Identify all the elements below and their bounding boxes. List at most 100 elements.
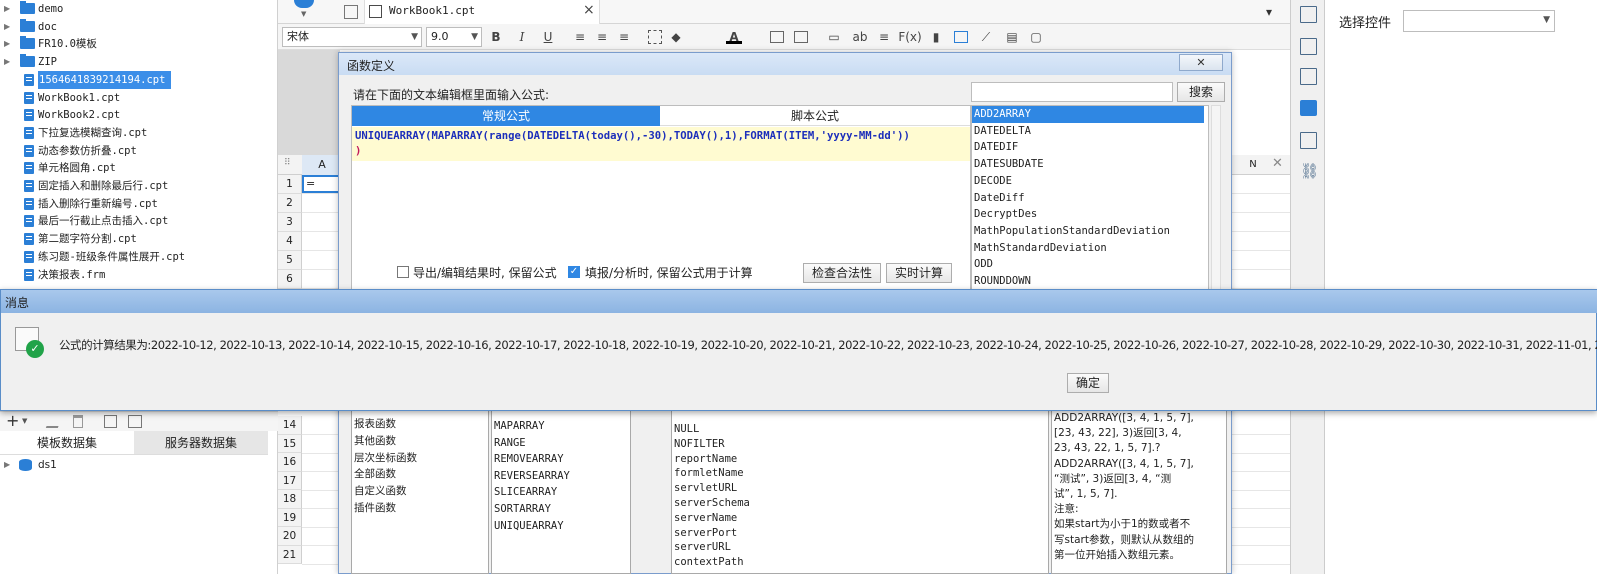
function-list-item[interactable]: ROUNDDOWN — [974, 273, 1206, 290]
widget-icon[interactable] — [1300, 100, 1317, 116]
formula-fx-icon[interactable]: F(x) — [898, 29, 922, 45]
tree-file-item[interactable]: 决策报表.frm — [0, 266, 268, 284]
function-list-item[interactable]: MathStandardDeviation — [974, 240, 1206, 257]
function-list-item[interactable]: DecryptDes — [974, 206, 1206, 223]
tab-workbook1[interactable]: WorkBook1.cpt × — [364, 0, 600, 24]
function-list-item[interactable]: DATEDELTA — [974, 123, 1206, 140]
checkbox-fill[interactable]: ✓ — [568, 266, 580, 278]
array-function-item[interactable]: SORTARRAY — [494, 501, 551, 518]
category-item[interactable]: 报表函数 — [354, 416, 396, 433]
category-item[interactable]: 层次坐标函数 — [354, 450, 417, 467]
close-tab-icon[interactable]: × — [583, 2, 595, 18]
array-function-item[interactable]: SLICEARRAY — [494, 484, 557, 501]
cell-attr-icon[interactable] — [1300, 6, 1317, 23]
array-function-item[interactable]: UNIQUEARRAY — [494, 518, 564, 535]
function-list-scrollbar[interactable] — [1211, 105, 1221, 301]
row-header[interactable]: 4 — [278, 232, 302, 251]
tree-folder-item[interactable]: ▶ doc — [0, 18, 268, 36]
function-list-item[interactable]: DATEDIF — [974, 139, 1206, 156]
ok-button[interactable]: 确定 — [1067, 373, 1109, 393]
function-list-item[interactable]: MathPopulationStandardDeviation — [974, 223, 1206, 240]
merge-cells-icon[interactable] — [770, 31, 784, 43]
tree-file-item[interactable]: 动态参数仿折叠.cpt — [0, 142, 268, 160]
widget-settings-icon[interactable] — [1300, 38, 1317, 55]
select-widget-dropdown[interactable]: ▼ — [1403, 10, 1555, 32]
tree-file-item[interactable]: 固定插入和删除最后行.cpt — [0, 177, 268, 195]
slash-icon[interactable]: ⟋ — [978, 29, 994, 45]
column-n-header[interactable]: N — [1238, 155, 1268, 175]
function-list-item[interactable]: ODD — [974, 256, 1206, 273]
row-header[interactable]: 14 — [278, 416, 302, 435]
select-all-icon[interactable]: ⠿ — [284, 158, 291, 168]
search-dataset-icon[interactable] — [128, 415, 142, 428]
fill-color-icon[interactable]: ◆ — [668, 29, 684, 45]
bold-button[interactable]: B — [488, 29, 504, 45]
add-dataset-button[interactable]: + — [6, 412, 19, 430]
row-header[interactable]: 21 — [278, 545, 302, 564]
category-item[interactable]: 自定义函数 — [354, 483, 407, 500]
tab-script-formula[interactable]: 脚本公式 — [660, 106, 970, 126]
designer-menu-icon[interactable] — [294, 0, 314, 8]
expand-arrow-icon[interactable]: ▶ — [4, 35, 10, 53]
tab-template-dataset[interactable]: 模板数据集 — [0, 431, 134, 455]
link-icon[interactable]: ⛓ — [1300, 162, 1319, 180]
tree-file-item[interactable]: 第二题字符分割.cpt — [0, 230, 268, 248]
tree-folder-item[interactable]: ▶ FR10.0模板 — [0, 35, 268, 53]
layout-icon[interactable] — [1300, 68, 1317, 85]
condition-icon[interactable] — [1300, 132, 1317, 149]
insert-ab-icon[interactable]: ab — [850, 29, 870, 45]
variable-item[interactable]: contextPath — [674, 554, 744, 571]
function-list-item[interactable]: DATESUBDATE — [974, 156, 1206, 173]
tree-file-item[interactable]: WorkBook1.cpt — [0, 89, 268, 107]
expand-arrow-icon[interactable]: ▶ — [4, 456, 10, 474]
richtext-icon[interactable]: ≡ — [876, 29, 892, 45]
array-function-item[interactable]: RANGE — [494, 435, 526, 452]
category-item[interactable]: 插件函数 — [354, 500, 396, 517]
tree-file-item[interactable]: 练习题-班级条件属性展开.cpt — [0, 248, 268, 266]
tab-server-dataset[interactable]: 服务器数据集 — [134, 431, 268, 455]
preview-icon[interactable] — [104, 415, 117, 428]
row-header[interactable]: 19 — [278, 508, 302, 527]
expand-arrow-icon[interactable]: ▶ — [4, 53, 10, 71]
chevron-down-icon[interactable]: ▼ — [22, 417, 27, 425]
realtime-calc-button[interactable]: 实时计算 — [886, 263, 952, 283]
grid-icon[interactable] — [344, 5, 358, 19]
row-header[interactable]: 1 — [278, 175, 302, 194]
row-header[interactable]: 15 — [278, 434, 302, 453]
tree-folder-item[interactable]: ▶ demo — [0, 0, 268, 18]
chart-icon[interactable]: ▮ — [928, 29, 944, 45]
insert-text-icon[interactable]: ▭ — [826, 29, 842, 45]
row-header[interactable]: 2 — [278, 194, 302, 213]
selected-cell-a1[interactable]: = — [302, 175, 342, 193]
category-item[interactable]: 全部函数 — [354, 466, 396, 483]
row-header[interactable]: 20 — [278, 527, 302, 546]
edit-icon[interactable] — [45, 416, 63, 428]
close-button[interactable]: ✕ — [1179, 54, 1223, 71]
font-color-button[interactable]: A — [726, 29, 742, 44]
row-header[interactable]: 16 — [278, 453, 302, 472]
font-name-select[interactable]: 宋体 ▼ — [282, 27, 422, 47]
check-validity-button[interactable]: 检查合法性 — [803, 263, 881, 283]
dataset-item-ds1[interactable]: ▶ ds1 — [0, 456, 268, 474]
array-function-item[interactable]: REVERSEARRAY — [494, 468, 570, 485]
subreport-icon[interactable]: ▤ — [1004, 29, 1020, 45]
chevron-down-icon[interactable]: ▼ — [301, 10, 306, 18]
checkbox-export[interactable] — [397, 266, 409, 278]
array-function-item[interactable]: REMOVEARRAY — [494, 451, 564, 468]
tab-list-icon[interactable]: ▾ — [1266, 5, 1272, 19]
italic-button[interactable]: I — [514, 29, 530, 45]
tree-file-item[interactable]: 单元格圆角.cpt — [0, 159, 268, 177]
row-header[interactable]: 6 — [278, 270, 302, 289]
tree-file-item[interactable]: 下拉复选模糊查询.cpt — [0, 124, 268, 142]
close-icon[interactable]: ✕ — [1272, 156, 1283, 171]
more-insert-icon[interactable]: ▢ — [1028, 29, 1044, 45]
array-function-item[interactable]: MAPARRAY — [494, 418, 545, 435]
border-icon[interactable] — [648, 30, 662, 44]
expand-arrow-icon[interactable]: ▶ — [4, 0, 10, 18]
tree-file-item[interactable]: 1564641839214194.cpt — [0, 70, 268, 89]
tree-file-item[interactable]: WorkBook2.cpt — [0, 106, 268, 124]
expand-arrow-icon[interactable]: ▶ — [4, 18, 10, 36]
category-item[interactable]: 其他函数 — [354, 433, 396, 450]
function-search-input[interactable] — [971, 82, 1173, 102]
row-header[interactable]: 17 — [278, 471, 302, 490]
